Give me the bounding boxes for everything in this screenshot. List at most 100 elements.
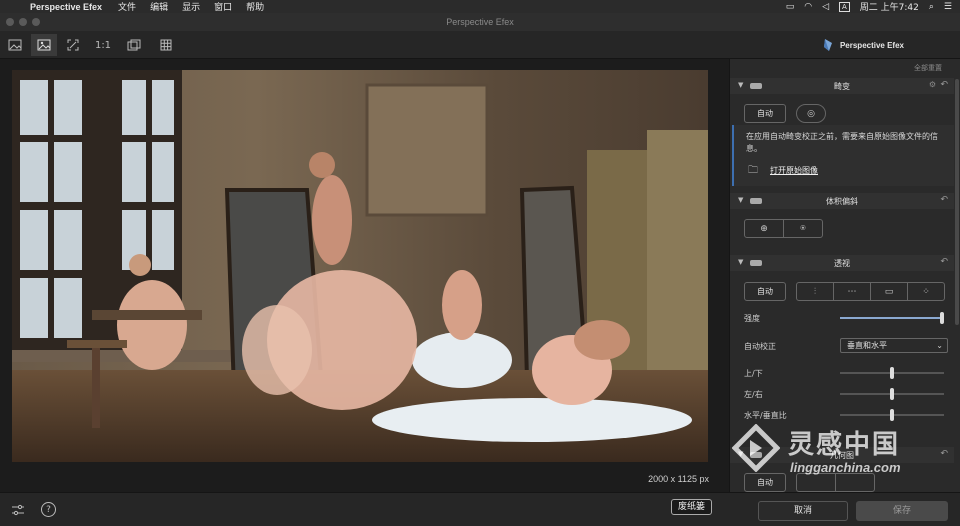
corners-icon: ⁘ <box>922 286 930 297</box>
distortion-lens-button[interactable]: ◎ <box>796 104 826 123</box>
section-geometry-title: 几何图 <box>830 451 854 460</box>
clock-text[interactable]: 周二 上午7:42 <box>860 0 919 13</box>
menu-view[interactable]: 显示 <box>182 0 200 13</box>
section-perspective-title: 透视 <box>834 259 850 268</box>
rectangle-icon: ▭ <box>884 286 894 297</box>
minimize-window-button[interactable] <box>19 18 27 26</box>
folder-icon: 🗀 <box>748 165 758 176</box>
compare-icon <box>127 39 141 51</box>
undo-icon[interactable]: ↶ <box>940 257 948 267</box>
zoom-100-button[interactable]: 1:1 <box>90 34 116 56</box>
image-icon <box>37 39 51 51</box>
menu-edit[interactable]: 编辑 <box>150 0 168 13</box>
toolbar: 1:1 Perspective Efex <box>0 31 960 59</box>
vertical-lines-icon: ⫶ <box>813 286 817 297</box>
auto-correct-value: 垂直和水平 <box>847 341 887 350</box>
view-original-button[interactable] <box>2 34 28 56</box>
settings-icon[interactable]: ⚙ <box>929 80 936 89</box>
vertical-label: 上/下 <box>744 369 763 378</box>
menu-list-icon[interactable]: ☰ <box>944 2 952 12</box>
section-geometry-header[interactable]: ▼ 几何图 ↶ <box>730 447 954 463</box>
slider-knob[interactable] <box>890 367 894 379</box>
help-icon[interactable]: ? <box>41 502 56 517</box>
section-perspective-header[interactable]: ▼ 透视 ↶ <box>730 255 954 271</box>
photo-preview[interactable] <box>12 70 708 462</box>
wifi-icon[interactable]: ◠ <box>804 2 812 12</box>
lens-icon: ◎ <box>807 108 815 119</box>
distortion-info-box: 在应用自动畸变校正之前，需要来自原始图像文件的信息。 🗀 打开原始图像 <box>732 125 954 186</box>
undo-icon[interactable]: ↶ <box>940 449 948 459</box>
strength-label: 强度 <box>744 314 760 323</box>
input-method-icon[interactable]: A <box>839 1 850 12</box>
menu-file[interactable]: 文件 <box>118 0 136 13</box>
section-volume-header[interactable]: ▼ 体积偏斜 ↶ <box>730 193 954 209</box>
ratio-slider[interactable] <box>840 409 944 421</box>
auto-correct-label: 自动校正 <box>744 342 776 351</box>
slider-knob[interactable] <box>940 312 944 324</box>
bottom-bar: ? 废纸篓 取消 保存 <box>0 492 960 526</box>
geometry-option-button[interactable] <box>835 473 875 492</box>
brand-mark-icon <box>823 39 832 51</box>
volume-center-button[interactable]: ⊕ <box>744 219 784 238</box>
brand-logo: Perspective Efex <box>822 38 904 52</box>
fit-screen-button[interactable] <box>60 34 86 56</box>
compare-button[interactable] <box>121 34 147 56</box>
window-title: Perspective Efex <box>446 17 514 27</box>
distortion-auto-button[interactable]: 自动 <box>744 104 786 123</box>
perspective-vertical-button[interactable]: ⫶ <box>796 282 834 301</box>
search-icon[interactable]: ⌕ <box>929 2 934 12</box>
grid-icon <box>160 39 172 51</box>
auto-correct-select[interactable]: 垂直和水平 ⌄ <box>840 338 948 353</box>
adjustments-icon[interactable] <box>10 502 26 518</box>
perspective-auto-button[interactable]: 自动 <box>744 282 786 301</box>
slider-fill <box>840 317 944 319</box>
save-button[interactable]: 保存 <box>856 501 948 521</box>
preview-canvas: 2000 x 1125 px <box>0 59 729 492</box>
zoom-window-button[interactable] <box>32 18 40 26</box>
undo-icon[interactable]: ↶ <box>940 80 948 90</box>
section-distortion-header[interactable]: ▼ 畸变 ⚙ ↶ <box>730 78 954 94</box>
cancel-button[interactable]: 取消 <box>758 501 848 521</box>
distortion-info-text: 在应用自动畸变校正之前，需要来自原始图像文件的信息。 <box>746 132 938 153</box>
geometry-auto-button[interactable]: 自动 <box>744 473 786 492</box>
menu-app-name[interactable]: Perspective Efex <box>30 2 102 12</box>
perspective-corners-button[interactable]: ⁘ <box>907 282 945 301</box>
ballet-photo-image <box>12 70 708 462</box>
panel-scrollbar[interactable] <box>955 79 959 325</box>
section-distortion-title: 畸变 <box>834 82 850 91</box>
image-original-icon <box>8 39 22 51</box>
adjustment-panel: 全部重置 ▼ 畸变 ⚙ ↶ 自动 ◎ 在应用自动畸变校正之前，需要来自原始图像文… <box>729 59 960 492</box>
vertical-slider[interactable] <box>840 367 944 379</box>
brand-name: Perspective Efex <box>839 40 904 50</box>
slider-knob[interactable] <box>890 388 894 400</box>
volume-edge-button[interactable]: ⍟ <box>783 219 823 238</box>
volume-icon[interactable]: ◁ <box>822 2 829 12</box>
horizontal-label: 左/右 <box>744 390 763 399</box>
geometry-option-button[interactable] <box>796 473 836 492</box>
strength-slider[interactable] <box>840 312 944 324</box>
horizontal-lines-icon: ⋯ <box>847 286 857 297</box>
section-volume-title: 体积偏斜 <box>826 197 858 206</box>
perspective-rect-button[interactable]: ▭ <box>870 282 908 301</box>
ratio-label: 水平/垂直比 <box>744 411 787 420</box>
chevron-down-icon: ⌄ <box>936 341 943 350</box>
loupe-tooltip[interactable]: 废纸篓 <box>671 499 713 515</box>
perspective-horizontal-button[interactable]: ⋯ <box>833 282 871 301</box>
person-center-icon: ⊕ <box>760 223 768 234</box>
window-titlebar: Perspective Efex <box>0 13 960 31</box>
open-original-link[interactable]: 打开原始图像 <box>770 165 818 176</box>
image-dimensions: 2000 x 1125 px <box>648 474 709 484</box>
menu-help[interactable]: 帮助 <box>246 0 264 13</box>
menubar: Perspective Efex 文件 编辑 显示 窗口 帮助 ▭ ◠ ◁ A … <box>0 0 960 13</box>
undo-icon[interactable]: ↶ <box>940 195 948 205</box>
reset-all-button[interactable]: 全部重置 <box>914 63 942 73</box>
grid-button[interactable] <box>153 34 179 56</box>
view-single-button[interactable] <box>31 34 57 56</box>
person-edge-icon: ⍟ <box>800 223 806 234</box>
horizontal-slider[interactable] <box>840 388 944 400</box>
expand-icon <box>67 39 79 51</box>
menu-window[interactable]: 窗口 <box>214 0 232 13</box>
slider-knob[interactable] <box>890 409 894 421</box>
close-window-button[interactable] <box>6 18 14 26</box>
display-icon[interactable]: ▭ <box>786 2 795 12</box>
